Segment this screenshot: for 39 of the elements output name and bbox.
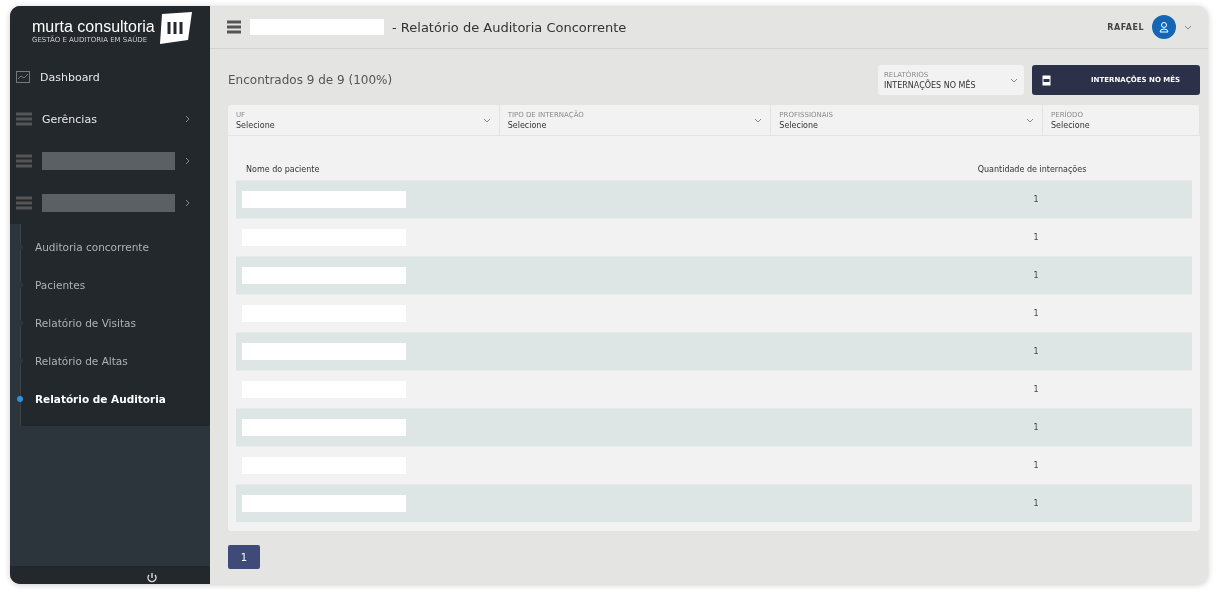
- user-name: RAFAEL: [1107, 22, 1144, 32]
- table-cell-text: 1: [1032, 195, 1040, 204]
- avatar[interactable]: [1152, 15, 1176, 39]
- table-cell-text: 1: [1032, 499, 1040, 508]
- caret-icon: [1184, 24, 1192, 30]
- results-count: Encontrados 9 de 9 (100%): [228, 73, 394, 87]
- page-title: - Relatório de Auditoria Concorrente: [392, 19, 628, 35]
- chevron-down-icon: [1026, 117, 1034, 123]
- table-cell-text: 1: [1032, 233, 1040, 242]
- table-cell-text: 1: [1032, 271, 1040, 280]
- table-cell-text: 1: [1032, 309, 1040, 318]
- chevron-right-icon: [185, 199, 190, 207]
- list-icon: [226, 20, 242, 34]
- document-icon: [1042, 74, 1051, 86]
- list-icon: [16, 112, 32, 126]
- brand-name: murta consultoria: [32, 18, 156, 35]
- column-header: Nome do paciente: [246, 164, 321, 174]
- sidebar-subitem[interactable]: Relatório de Altas: [17, 342, 210, 380]
- sidebar-subitem[interactable]: Relatório de Auditoria: [17, 380, 210, 418]
- list-icon: [16, 196, 32, 210]
- sidebar-subitem[interactable]: Pacientes: [17, 266, 210, 304]
- chevron-down-icon: [754, 117, 763, 123]
- sidebar-subitem[interactable]: Auditoria concorrente: [17, 228, 210, 266]
- page-button[interactable]: 1: [228, 545, 260, 569]
- sidebar-item[interactable]: Dashboard: [10, 56, 210, 98]
- list-icon: [16, 154, 32, 168]
- table-cell-text: 1: [1032, 347, 1040, 356]
- table-cell-text: 1: [1032, 385, 1040, 394]
- chevron-down-icon: [1010, 77, 1018, 83]
- column-header: Quantidade de internações: [976, 164, 1088, 174]
- chevron-right-icon: [185, 157, 190, 165]
- chevron-down-icon: [482, 117, 491, 123]
- chart-icon: [16, 71, 30, 83]
- table-cell-text: 1: [1032, 461, 1040, 470]
- chevron-right-icon: [185, 115, 190, 123]
- table-cell-text: 1: [1032, 423, 1040, 432]
- sidebar-subitem[interactable]: Relatório de Visitas: [17, 304, 210, 342]
- sidebar-item[interactable]: Gerências: [10, 98, 210, 140]
- power-icon[interactable]: [146, 572, 158, 584]
